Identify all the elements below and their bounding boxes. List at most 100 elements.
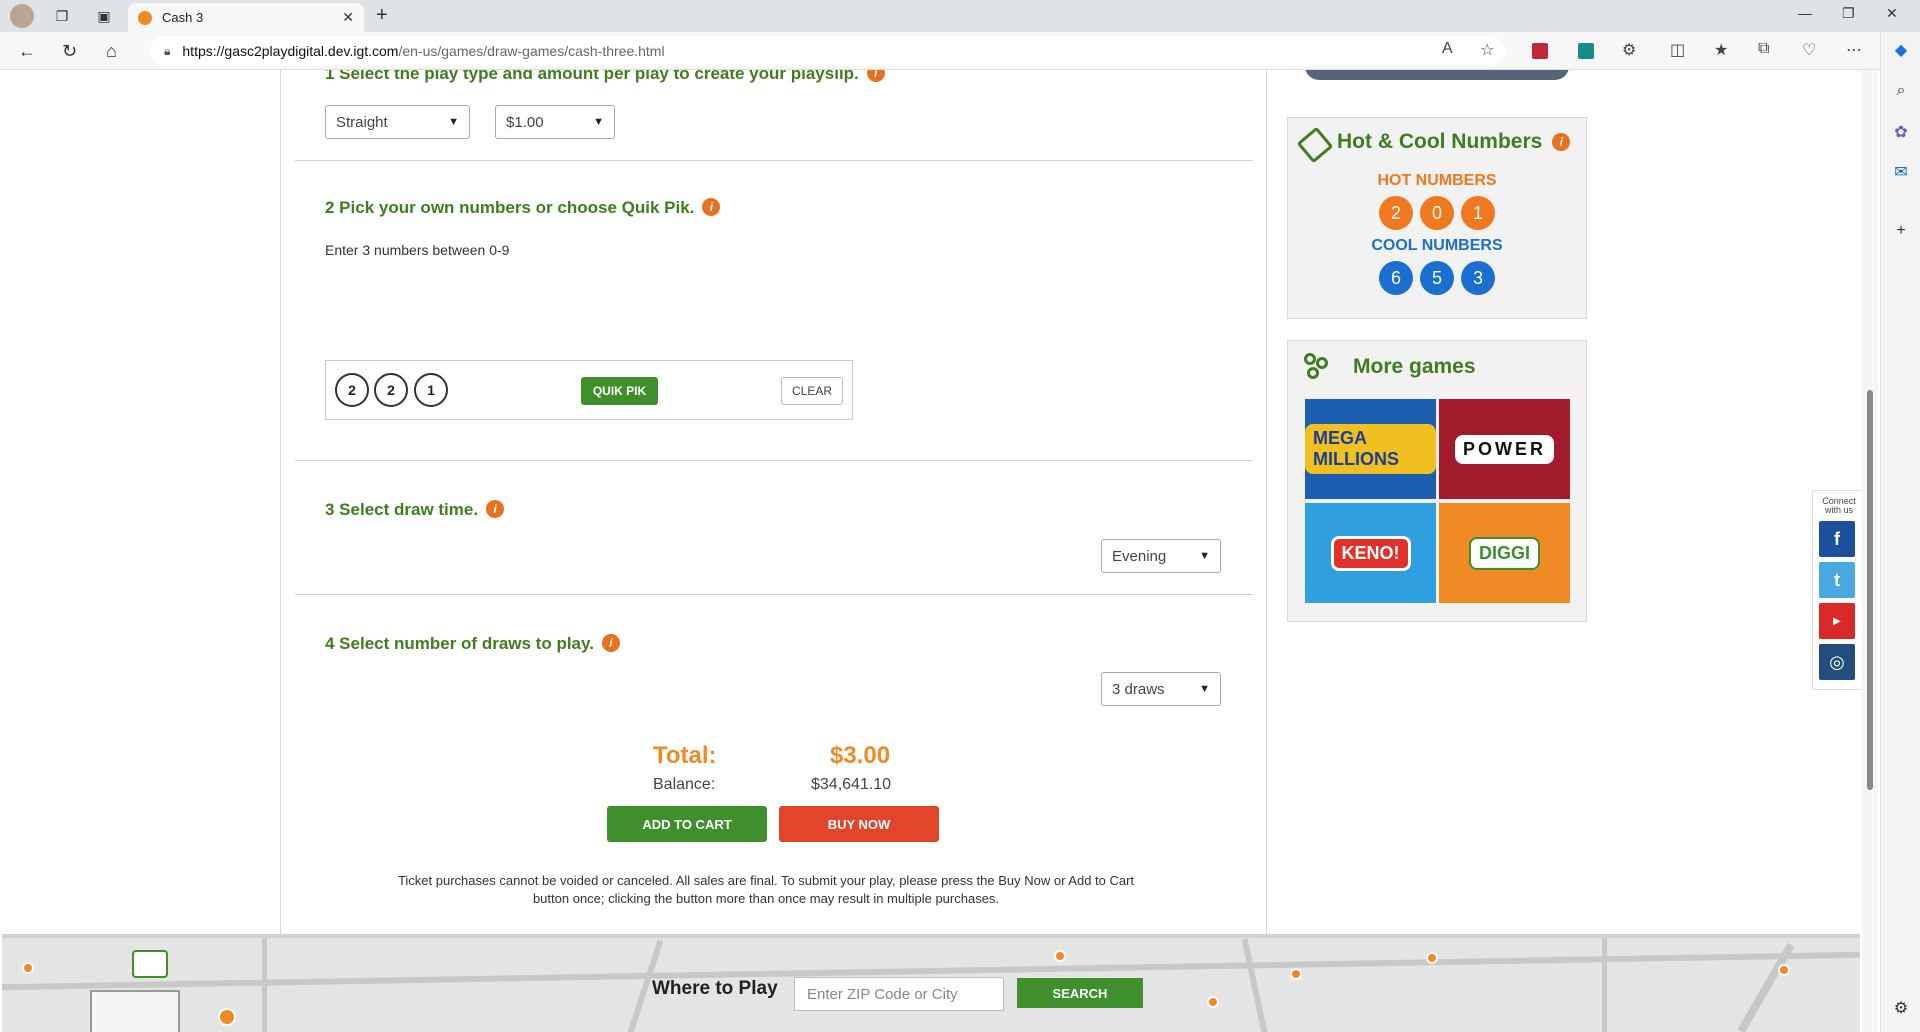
balance-label: Balance: <box>653 776 716 793</box>
game-tile-keno[interactable]: KENO! <box>1305 503 1436 603</box>
youtube-icon[interactable]: ▶ <box>1819 603 1855 639</box>
lottery-store-illustration <box>82 950 192 1032</box>
vertical-tabs-icon[interactable]: ▣ <box>94 6 114 26</box>
map-pin-icon[interactable] <box>1778 964 1790 976</box>
hot-numbers-row: 2 0 1 <box>1288 196 1586 230</box>
games-icon <box>1304 353 1332 381</box>
map-pin-icon[interactable] <box>22 962 34 974</box>
step2-title: 2 Pick your own numbers or choose Quik P… <box>325 198 721 218</box>
profile-avatar[interactable] <box>10 4 34 28</box>
ticket-icon <box>1296 126 1334 164</box>
more-games-panel: More games MEGA MILLIONS POWER KENO! DIG… <box>1287 340 1587 622</box>
extension-red-icon[interactable] <box>1532 43 1548 59</box>
back-icon[interactable]: ← <box>18 41 36 62</box>
step3-title-text: 3 Select draw time. <box>325 500 479 519</box>
game-tile-power[interactable]: POWER <box>1439 399 1570 499</box>
twitter-icon[interactable]: t <box>1819 562 1855 598</box>
favorites-icon[interactable]: ★ <box>1714 40 1728 60</box>
chevron-down-icon: ▼ <box>1199 683 1210 695</box>
sidebar-settings-icon[interactable]: ⚙ <box>1891 998 1911 1018</box>
map-pin-icon[interactable] <box>1054 950 1066 962</box>
map-road <box>1602 938 1607 1032</box>
extension-teal-icon[interactable] <box>1578 43 1594 59</box>
info-icon[interactable]: i <box>601 634 620 652</box>
favorite-star-icon[interactable]: ☆ <box>1480 40 1494 60</box>
picked-number-1[interactable]: 2 <box>335 373 369 407</box>
sidebar-add-icon[interactable]: + <box>1891 222 1911 242</box>
draws-select[interactable]: 3 draws ▼ <box>1101 672 1221 706</box>
step1-title-text: 1 Select the play type and amount per pl… <box>325 70 859 83</box>
zip-search-input[interactable]: Enter ZIP Code or City <box>794 977 1004 1011</box>
map-road <box>1241 938 1269 1032</box>
account-panel-bottom <box>1305 70 1569 80</box>
info-icon[interactable]: i <box>486 500 505 518</box>
outlook-icon[interactable]: ✉ <box>1891 162 1911 182</box>
restore-icon[interactable]: ❐ <box>1842 5 1855 22</box>
game-tile-diggi[interactable]: DIGGI <box>1439 503 1570 603</box>
amount-select[interactable]: $1.00 ▼ <box>495 105 615 139</box>
copilot-icon[interactable]: ◆ <box>1891 40 1911 60</box>
page-content: 1 Select the play type and amount per pl… <box>0 70 1862 1032</box>
minimize-icon[interactable]: — <box>1798 5 1812 21</box>
chevron-down-icon: ▼ <box>593 116 604 128</box>
split-screen-icon[interactable]: ◫ <box>1670 40 1685 60</box>
browser-tab-bar: ❐ ▣ Cash 3 ✕ + — ❐ ✕ <box>0 0 1920 32</box>
keno-logo: KENO! <box>1330 535 1411 571</box>
divider <box>295 594 1253 595</box>
collections-icon[interactable]: ⧉ <box>1758 40 1769 58</box>
connect-label: Connect with us <box>1822 496 1856 515</box>
close-window-icon[interactable]: ✕ <box>1886 5 1898 22</box>
total-label: Total: <box>653 742 717 769</box>
draws-value: 3 draws <box>1112 680 1165 698</box>
new-tab-icon[interactable]: + <box>376 4 388 27</box>
sidebar-search-icon[interactable]: ⌕ <box>1891 82 1911 102</box>
buy-now-button[interactable]: BUY NOW <box>779 806 939 842</box>
lock-icon[interactable]: 🔒︎ <box>164 44 170 59</box>
scrollbar-thumb[interactable] <box>1867 390 1873 790</box>
chevron-down-icon: ▼ <box>1199 550 1210 562</box>
workspaces-icon[interactable]: ❐ <box>52 6 72 26</box>
hot-number-ball: 0 <box>1420 196 1454 230</box>
browser-essentials-icon[interactable]: ♡ <box>1802 40 1816 60</box>
search-button[interactable]: SEARCH <box>1017 978 1143 1008</box>
picked-number-3[interactable]: 1 <box>414 373 448 407</box>
clear-button[interactable]: CLEAR <box>781 377 843 405</box>
url-field[interactable]: 🔒︎ https://gasc2playdigital.dev.igt.com /… <box>150 36 1505 66</box>
picked-number-2[interactable]: 2 <box>374 373 408 407</box>
close-tab-icon[interactable]: ✕ <box>342 9 354 26</box>
info-icon[interactable]: i <box>702 198 721 216</box>
cool-number-ball: 5 <box>1420 261 1454 295</box>
play-type-select[interactable]: Straight ▼ <box>325 105 470 139</box>
draw-time-select[interactable]: Evening ▼ <box>1101 539 1221 573</box>
game-tile-mega-millions[interactable]: MEGA MILLIONS <box>1305 399 1436 499</box>
add-to-cart-button[interactable]: ADD TO CART <box>607 806 767 842</box>
browser-address-bar: ← ↻ ⌂ 🔒︎ https://gasc2playdigital.dev.ig… <box>0 32 1920 70</box>
map-pin-icon[interactable] <box>1290 968 1302 980</box>
cool-number-ball: 3 <box>1461 261 1495 295</box>
total-value: $3.00 <box>830 742 891 769</box>
page-scrollbar[interactable] <box>1862 70 1878 1032</box>
info-icon[interactable]: i <box>1552 133 1571 152</box>
map-pin-icon[interactable] <box>218 1008 236 1026</box>
cool-number-ball: 6 <box>1379 261 1413 295</box>
extensions-icon[interactable]: ⚙ <box>1622 40 1636 60</box>
url-host: https://gasc2playdigital.dev.igt.com <box>182 43 399 59</box>
info-icon[interactable]: i <box>866 70 885 82</box>
home-icon[interactable]: ⌂ <box>106 41 117 62</box>
facebook-icon[interactable]: f <box>1819 521 1855 557</box>
mega-millions-logo: MEGA MILLIONS <box>1305 424 1436 474</box>
store-building <box>90 990 180 1032</box>
instagram-icon[interactable]: ◎ <box>1819 644 1855 680</box>
browser-tab-cash3[interactable]: Cash 3 ✕ <box>128 3 364 32</box>
more-menu-icon[interactable]: ⋯ <box>1846 40 1862 60</box>
hot-cool-numbers-panel: Hot & Cool Numbers i HOT NUMBERS 2 0 1 CO… <box>1287 117 1587 319</box>
refresh-icon[interactable]: ↻ <box>62 41 77 62</box>
amount-value: $1.00 <box>506 113 544 131</box>
hot-cool-title: Hot & Cool Numbers i <box>1337 130 1571 154</box>
quik-pik-button[interactable]: QUIK PIK <box>581 377 658 405</box>
map-pin-icon[interactable] <box>1426 952 1438 964</box>
edge-sidebar: ◆ ⌕ ✿ ✉ + ⚙ <box>1880 32 1920 1032</box>
sidebar-tools-icon[interactable]: ✿ <box>1891 122 1911 142</box>
map-pin-icon[interactable] <box>1207 996 1219 1008</box>
read-aloud-icon[interactable]: A <box>1442 40 1453 58</box>
